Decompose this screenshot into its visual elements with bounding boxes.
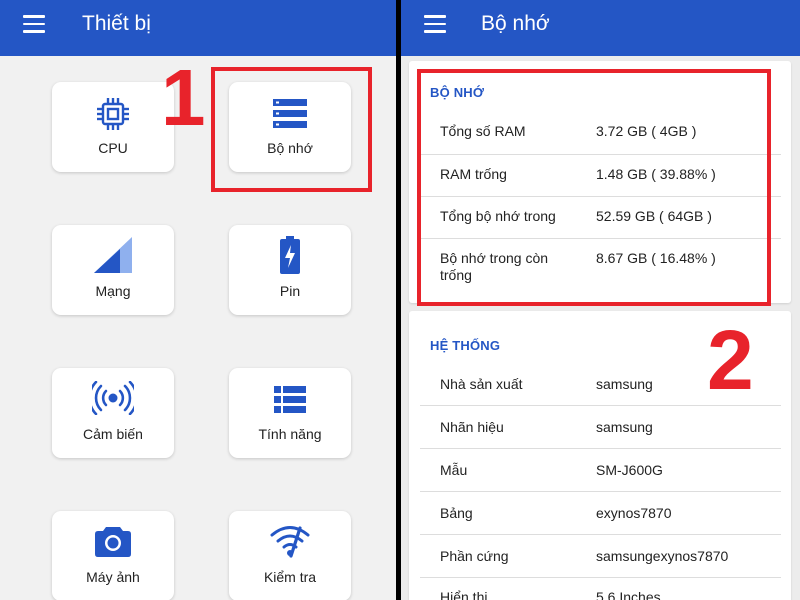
signal-icon [52, 237, 174, 273]
annotation-number-1: 1 [161, 53, 206, 142]
tile-label: Pin [279, 283, 301, 299]
tile-features[interactable]: Tính năng [229, 368, 351, 458]
cpu-icon [52, 96, 174, 132]
table-row: Hiển thị 5.6 Inches [420, 578, 781, 600]
row-key: Hiển thị [440, 589, 488, 600]
battery-icon [229, 236, 351, 274]
tile-label: Mạng [95, 283, 131, 299]
row-key: Nhãn hiệu [440, 419, 504, 435]
row-value: SM-J600G [596, 462, 663, 478]
tile-network[interactable]: Mạng [52, 225, 174, 315]
tile-label: Máy ảnh [86, 569, 140, 585]
annotation-number-2: 2 [707, 313, 754, 407]
row-value: 5.6 Inches [596, 589, 661, 600]
app-bar: Bộ nhớ [401, 0, 800, 56]
camera-icon [52, 523, 174, 559]
row-value: samsung [596, 376, 653, 392]
row-key: Bảng [440, 505, 473, 521]
tile-battery[interactable]: Pin [229, 225, 351, 315]
table-row: Bảng exynos7870 [420, 492, 781, 535]
device-panel: Thiết bị CPU Bộ nhớ Mạng Pin Cảm biến Tí… [0, 0, 396, 600]
tile-cpu[interactable]: CPU [52, 82, 174, 172]
row-value: samsung [596, 419, 653, 435]
table-row: Phần cứng samsungexynos7870 [420, 535, 781, 578]
tile-label: CPU [98, 140, 128, 156]
row-value: samsungexynos7870 [596, 548, 729, 564]
page-title: Thiết bị [82, 12, 151, 35]
row-value: exynos7870 [596, 505, 672, 521]
menu-icon[interactable] [23, 15, 45, 33]
table-row: Mẫu SM-J600G [420, 449, 781, 492]
tile-label: Kiểm tra [263, 569, 317, 585]
annotation-highlight-memory-card [417, 69, 771, 306]
tile-label: Tính năng [258, 426, 322, 442]
app-bar: Thiết bị [0, 0, 396, 56]
wifi-test-icon [229, 523, 351, 559]
features-icon [229, 382, 351, 418]
row-key: Mẫu [440, 462, 468, 478]
system-section-title: HỆ THỐNG [430, 338, 501, 353]
page-title: Bộ nhớ [481, 12, 550, 35]
tile-label: Cảm biến [83, 426, 143, 442]
memory-panel: Bộ nhớ BỘ NHỚ Tổng số RAM 3.72 GB ( 4GB … [401, 0, 800, 600]
row-key: Nhà sản xuất [440, 376, 523, 392]
menu-icon[interactable] [424, 15, 446, 33]
table-row: Nhãn hiệu samsung [420, 406, 781, 449]
tile-camera[interactable]: Máy ảnh [52, 511, 174, 600]
tile-sensor[interactable]: Cảm biến [52, 368, 174, 458]
row-key: Phần cứng [440, 548, 509, 564]
sensor-icon [52, 380, 174, 416]
annotation-highlight-memory-tile [211, 67, 372, 192]
tile-check[interactable]: Kiểm tra [229, 511, 351, 600]
